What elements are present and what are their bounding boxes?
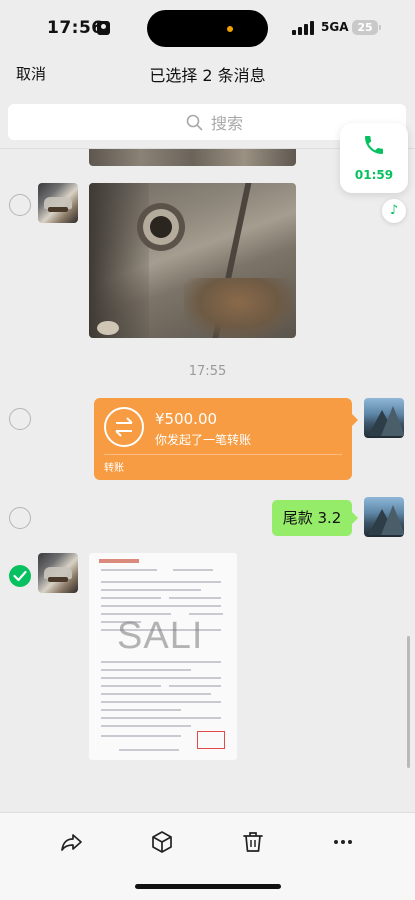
home-indicator[interactable] [135, 884, 281, 889]
search-icon [186, 114, 203, 130]
transfer-label: 转账 [104, 463, 124, 474]
message-timestamp: 17:55 [188, 364, 227, 379]
call-duration: 01:59 [354, 168, 394, 182]
select-checkbox[interactable] [9, 194, 31, 216]
status-bar: 17:56 5GA 25 [0, 0, 415, 58]
signal-icon [292, 21, 314, 35]
status-time: 17:56 [47, 18, 104, 38]
avatar[interactable] [38, 183, 78, 223]
call-float-window[interactable]: 01:59 [340, 123, 408, 193]
text-message-bubble[interactable]: 尾款 3.2 [272, 500, 358, 536]
document-stamp [197, 731, 225, 749]
dynamic-island [147, 10, 268, 47]
network-type: 5GA [321, 20, 349, 34]
search-placeholder: 搜索 [211, 114, 244, 133]
mic-indicator-icon [227, 26, 233, 32]
transfer-icon [104, 407, 144, 447]
phone-icon [365, 136, 383, 154]
battery-icon: 25 [352, 20, 381, 35]
music-note-icon[interactable]: ♪ [382, 199, 406, 223]
avatar[interactable] [364, 398, 404, 438]
document-image-message[interactable]: SALI [89, 553, 237, 760]
transfer-card[interactable]: ¥500.00 你发起了一笔转账 转账 [94, 398, 358, 480]
avatar[interactable] [38, 553, 78, 593]
more-icon[interactable] [330, 829, 356, 855]
transfer-description: 你发起了一笔转账 [155, 433, 252, 447]
trash-icon[interactable] [240, 829, 266, 855]
person-badge-icon [97, 21, 110, 35]
page-title: 已选择 2 条消息 [149, 66, 266, 85]
document-watermark: SALI [117, 615, 204, 657]
forward-icon[interactable] [59, 829, 85, 855]
transfer-amount: ¥500.00 [155, 410, 218, 428]
box-icon[interactable] [149, 829, 175, 855]
previous-image-message[interactable] [89, 149, 296, 166]
scrollbar[interactable] [407, 636, 410, 768]
avatar[interactable] [364, 497, 404, 537]
select-checkbox[interactable] [9, 408, 31, 430]
check-icon [13, 570, 27, 582]
select-checkbox[interactable] [9, 507, 31, 529]
image-message[interactable] [89, 183, 296, 338]
select-checkbox-checked[interactable] [9, 565, 31, 587]
cancel-button[interactable]: 取消 [16, 63, 46, 84]
